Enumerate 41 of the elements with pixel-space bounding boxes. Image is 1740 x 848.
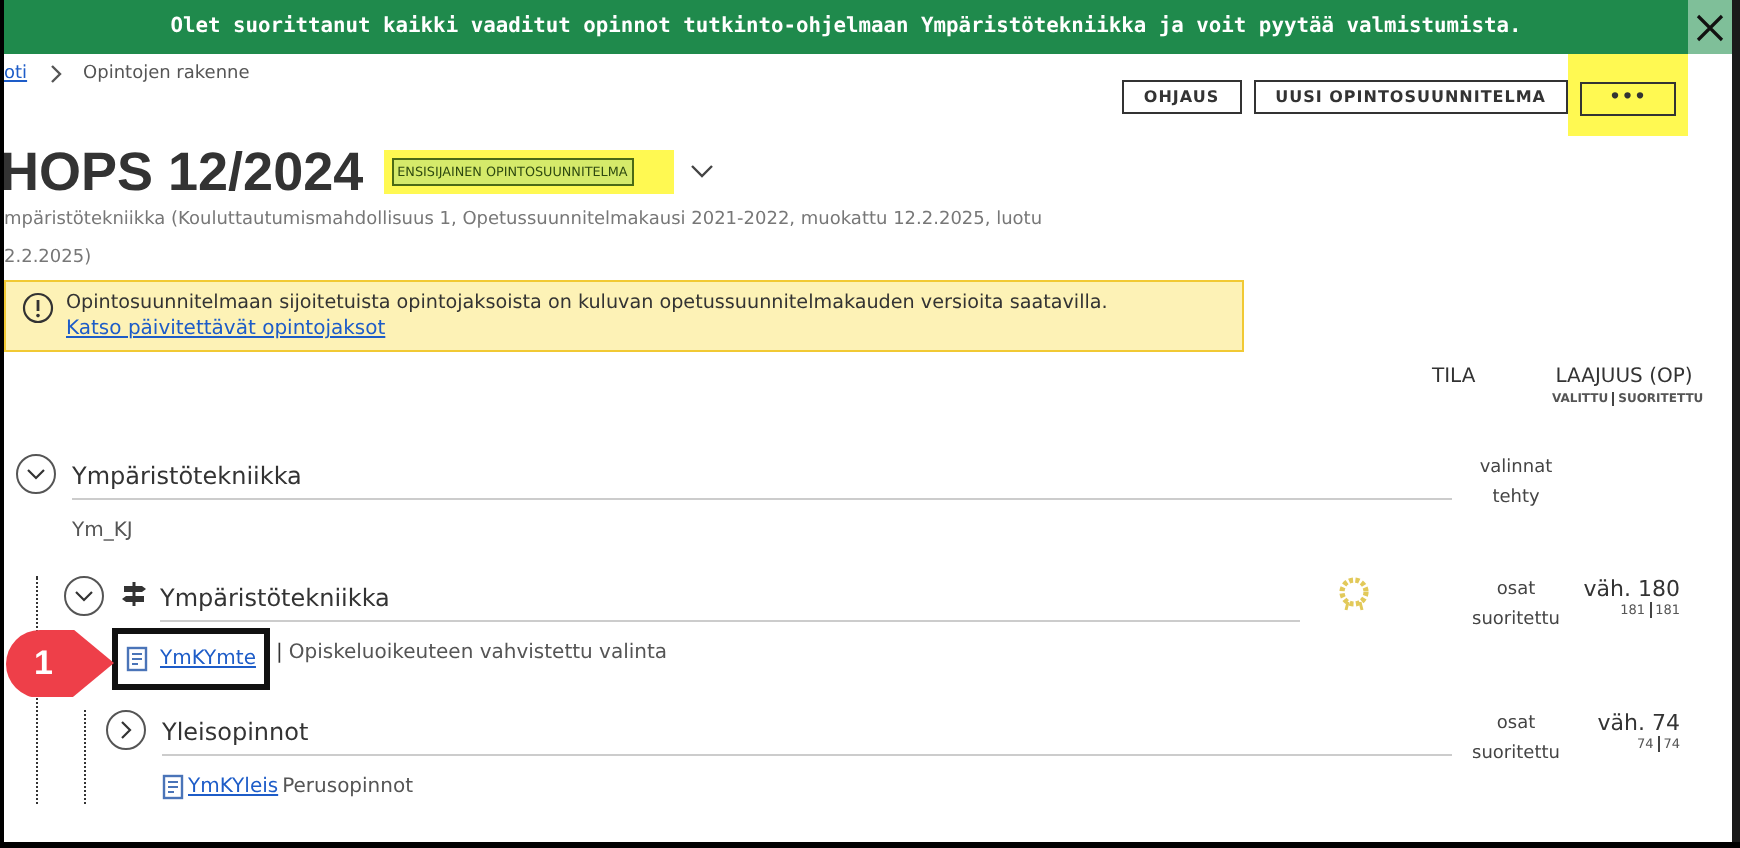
breadcrumb-current: Opintojen rakenne bbox=[83, 64, 250, 84]
action-button[interactable]: UUSI OPINTOSUUNNITELMA bbox=[1253, 80, 1568, 114]
chevron-right-icon bbox=[47, 64, 64, 84]
close-icon bbox=[1696, 13, 1724, 41]
chevron-right-icon bbox=[116, 720, 136, 740]
credits-required: väh. 74 bbox=[1595, 710, 1680, 736]
document-icon bbox=[126, 645, 148, 671]
info-icon bbox=[22, 292, 54, 324]
column-header: LAAJUUS (OP) bbox=[1553, 366, 1695, 388]
chevron-down-icon bbox=[74, 586, 94, 606]
collapse-toggle[interactable] bbox=[16, 454, 56, 494]
notice-text: Opintosuunnitelmaan sijoitetuista opintojaksoista on kuluvan opetussuunnitelmakauden versioita saatavilla. bbox=[66, 290, 1108, 316]
course-code-link[interactable]: YmKYleis bbox=[188, 775, 279, 797]
group-description: Perusopinnot bbox=[282, 775, 414, 797]
plan-details: 2.2.2025) bbox=[4, 246, 94, 272]
status-text: osat suoritettu bbox=[1470, 578, 1562, 634]
status-text: osat suoritettu bbox=[1470, 712, 1562, 768]
plan-details: mpäristötekniikka (Kouluttautumismahdollisuus 1, Opetussuunnitelmakausi 2021-2022, muokattu 12.2.2025, luotu bbox=[4, 208, 1045, 234]
group-title: Ympäristötekniikka bbox=[160, 584, 390, 612]
close-button[interactable] bbox=[1688, 0, 1732, 54]
banner-message: Olet suorittanut kaikki vaaditut opinnot tutkinto-ohjelmaan Ympäristötekniikka ja voit pyytää valmistumista. bbox=[168, 12, 1524, 42]
more-button[interactable]: ••• bbox=[1580, 81, 1676, 115]
column-header: TILA bbox=[1432, 366, 1478, 392]
callout-marker: 1 bbox=[6, 629, 114, 697]
document-icon bbox=[162, 773, 184, 799]
group-code: Ym_KJ bbox=[72, 519, 133, 541]
action-button[interactable]: OHJAUS bbox=[1121, 80, 1242, 114]
chevron-down-icon bbox=[689, 164, 714, 180]
chevron-down-icon bbox=[26, 464, 46, 484]
course-code-link[interactable]: YmKYmte bbox=[160, 647, 256, 669]
status-text: valinnat tehty bbox=[1477, 456, 1555, 512]
credits-required: väh. 180 bbox=[1581, 576, 1680, 602]
group-description: Opiskeluoikeuteen vahvistettu valinta bbox=[288, 641, 668, 663]
separator-text: | bbox=[273, 641, 285, 663]
group-title: Yleisopinnot bbox=[162, 718, 309, 746]
expand-toggle[interactable] bbox=[106, 710, 146, 750]
group-title: Ympäristötekniikka bbox=[72, 462, 302, 490]
page-title: HOPS 12/2024 bbox=[4, 141, 364, 203]
breadcrumb-link[interactable]: oti bbox=[4, 64, 28, 84]
collapse-toggle[interactable] bbox=[64, 576, 104, 616]
notice-link[interactable]: Katso päivitettävät opintojaksot bbox=[66, 318, 386, 340]
